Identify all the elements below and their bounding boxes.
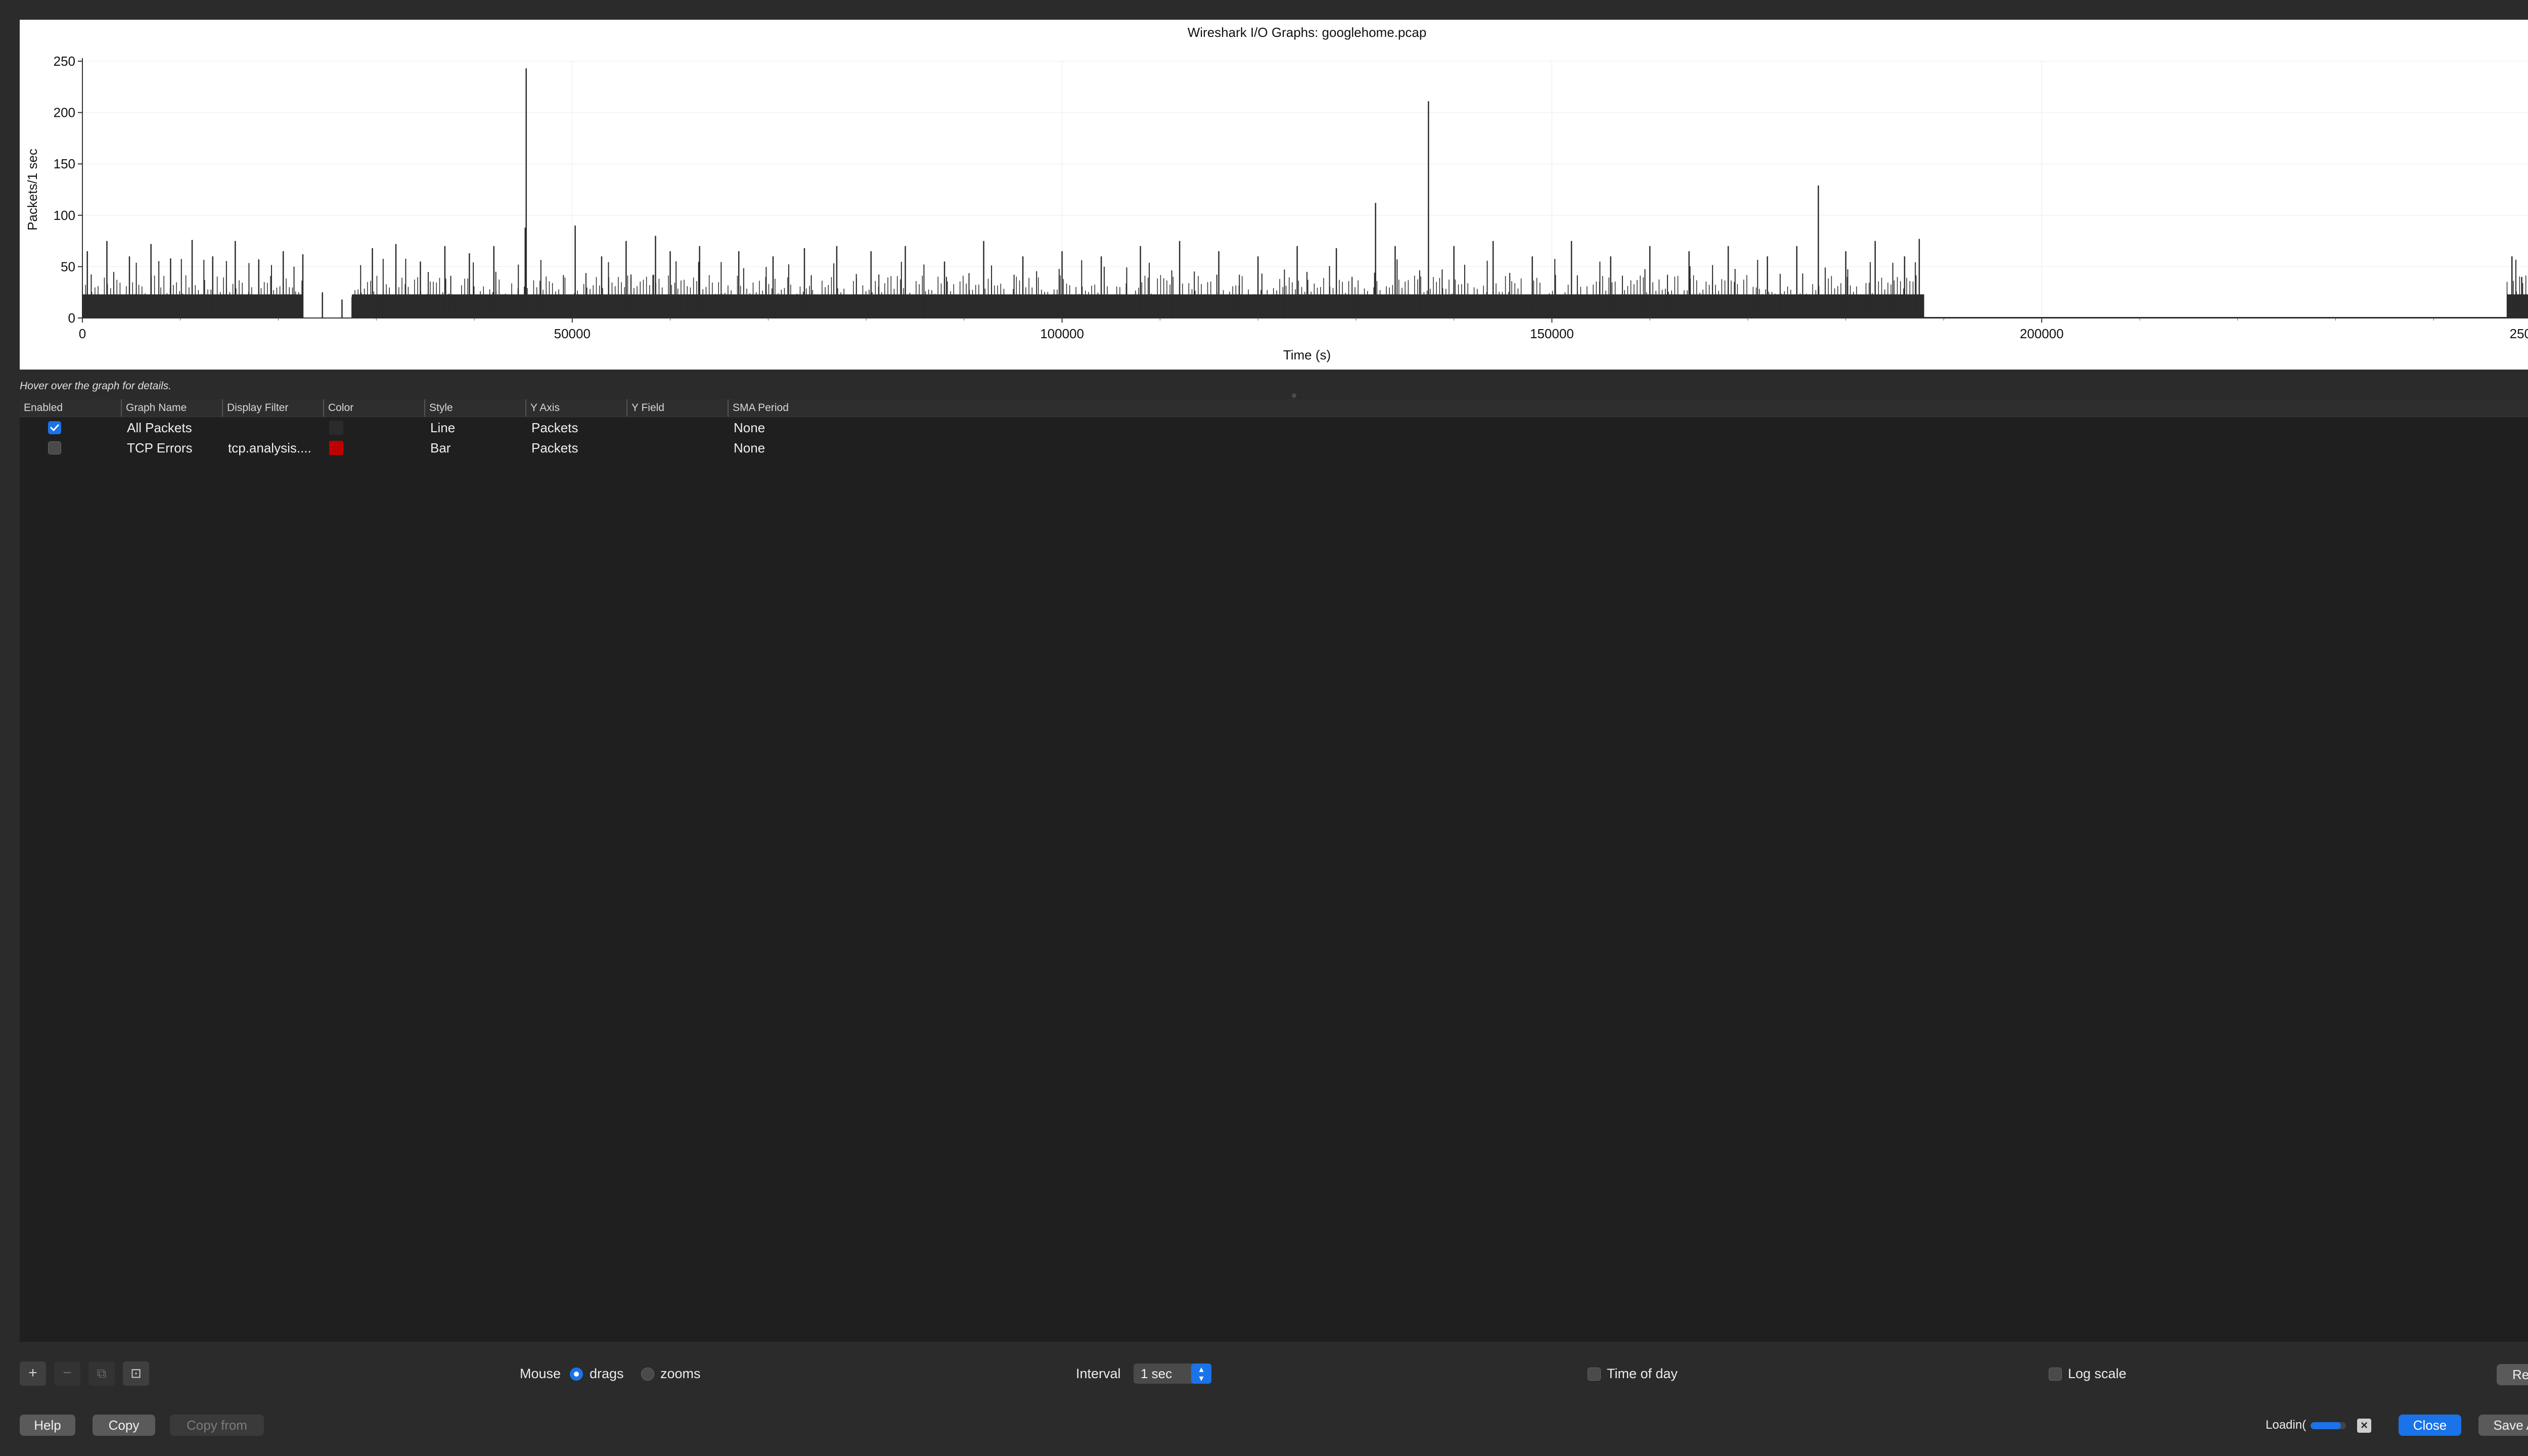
duplicate-graph-button[interactable]: ⧉: [88, 1361, 115, 1386]
minus-icon: −: [63, 1364, 72, 1381]
sma-period-cell[interactable]: None: [734, 418, 765, 438]
graph-name-cell[interactable]: All Packets: [127, 418, 192, 438]
chart-title: Wireshark I/O Graphs: googlehome.pcap: [1188, 25, 1427, 40]
loading-label: Loadin(: [2266, 1418, 2306, 1432]
copy-from-button[interactable]: Copy from: [170, 1415, 264, 1436]
style-cell[interactable]: Line: [430, 418, 455, 438]
reset-button[interactable]: Reset: [2497, 1364, 2528, 1385]
x-tick-label: 50000: [554, 326, 591, 341]
y-tick-label: 100: [54, 208, 75, 223]
col-sma-period[interactable]: SMA Period: [728, 399, 2528, 417]
interval-value: 1 sec: [1141, 1366, 1172, 1381]
x-axis-label: Time (s): [1283, 347, 1331, 362]
graph-table[interactable]: Enabled Graph Name Display Filter Color …: [20, 399, 2528, 1342]
y-axis-label: Packets/1 sec: [25, 149, 40, 231]
enabled-checkbox[interactable]: [48, 421, 61, 434]
table-row[interactable]: TCP Errors tcp.analysis.... Bar Packets …: [20, 438, 2528, 458]
col-y-field[interactable]: Y Field: [626, 399, 728, 417]
y-tick-label: 0: [68, 310, 75, 326]
x-tick-label: 150000: [1530, 326, 1574, 341]
y-tick-label: 150: [54, 156, 75, 171]
display-filter-cell[interactable]: tcp.analysis....: [228, 438, 320, 458]
remove-graph-button[interactable]: −: [54, 1361, 80, 1386]
close-button[interactable]: Close: [2399, 1415, 2461, 1436]
save-as-button[interactable]: Save As...: [2478, 1415, 2528, 1436]
col-color[interactable]: Color: [323, 399, 424, 417]
col-enabled[interactable]: Enabled: [20, 399, 121, 417]
x-tick-label: 200000: [2020, 326, 2064, 341]
y-tick-label: 200: [54, 105, 75, 120]
interval-label: Interval: [1076, 1366, 1121, 1381]
drags-label[interactable]: drags: [590, 1366, 624, 1382]
mouse-zooms-radio[interactable]: [641, 1368, 654, 1381]
color-swatch[interactable]: [329, 421, 343, 435]
io-graph-plot[interactable]: Wireshark I/O Graphs: googlehome.pcap 0 50…: [20, 20, 2528, 370]
x-tick-label: 0: [79, 326, 86, 341]
color-swatch[interactable]: [329, 441, 343, 455]
zooms-label[interactable]: zooms: [660, 1366, 701, 1382]
time-of-day-label[interactable]: Time of day: [1607, 1366, 1678, 1382]
graph-name-cell[interactable]: TCP Errors: [127, 438, 193, 458]
stop-loading-icon[interactable]: ×: [2357, 1419, 2371, 1433]
time-of-day-checkbox[interactable]: [1588, 1368, 1601, 1381]
log-scale-checkbox[interactable]: [2049, 1368, 2062, 1381]
log-scale-label[interactable]: Log scale: [2068, 1366, 2127, 1382]
loading-progress-fill: [2311, 1422, 2341, 1429]
y-axis-cell[interactable]: Packets: [531, 438, 578, 458]
clear-graphs-button[interactable]: ⊡: [123, 1361, 149, 1386]
checkmark-icon: [50, 424, 59, 431]
mouse-drags-radio[interactable]: [570, 1368, 583, 1381]
enabled-checkbox[interactable]: [48, 441, 61, 454]
splitter-handle[interactable]: [1292, 393, 1296, 398]
table-row[interactable]: All Packets Line Packets None: [20, 418, 2528, 438]
io-graph-chart[interactable]: Wireshark I/O Graphs: googlehome.pcap 0 50…: [20, 20, 2528, 370]
col-style[interactable]: Style: [424, 399, 525, 417]
y-axis-cell[interactable]: Packets: [531, 418, 578, 438]
hover-hint: Hover over the graph for details.: [20, 380, 171, 392]
table-header: Enabled Graph Name Display Filter Color …: [20, 399, 2528, 417]
series-all-packets-band: [351, 294, 1924, 318]
duplicate-icon: ⧉: [97, 1366, 107, 1381]
mouse-label: Mouse: [520, 1366, 561, 1381]
interval-select[interactable]: 1 sec ▴ ▾: [1134, 1363, 1211, 1384]
add-graph-button[interactable]: +: [20, 1361, 46, 1386]
col-graph-name[interactable]: Graph Name: [121, 399, 222, 417]
plus-icon: +: [28, 1364, 37, 1381]
clear-icon: ⊡: [130, 1366, 142, 1381]
loading-progress: [2311, 1422, 2346, 1429]
copy-button[interactable]: Copy: [93, 1415, 155, 1436]
style-cell[interactable]: Bar: [430, 438, 450, 458]
col-y-axis[interactable]: Y Axis: [525, 399, 626, 417]
help-button[interactable]: Help: [20, 1415, 75, 1436]
chevron-updown-icon: ▴ ▾: [1191, 1363, 1211, 1384]
x-tick-label: 250000: [2510, 326, 2528, 341]
sma-period-cell[interactable]: None: [734, 438, 765, 458]
col-display-filter[interactable]: Display Filter: [222, 399, 323, 417]
y-tick-label: 50: [61, 259, 75, 274]
y-tick-label: 250: [54, 54, 75, 69]
x-tick-label: 100000: [1040, 326, 1084, 341]
